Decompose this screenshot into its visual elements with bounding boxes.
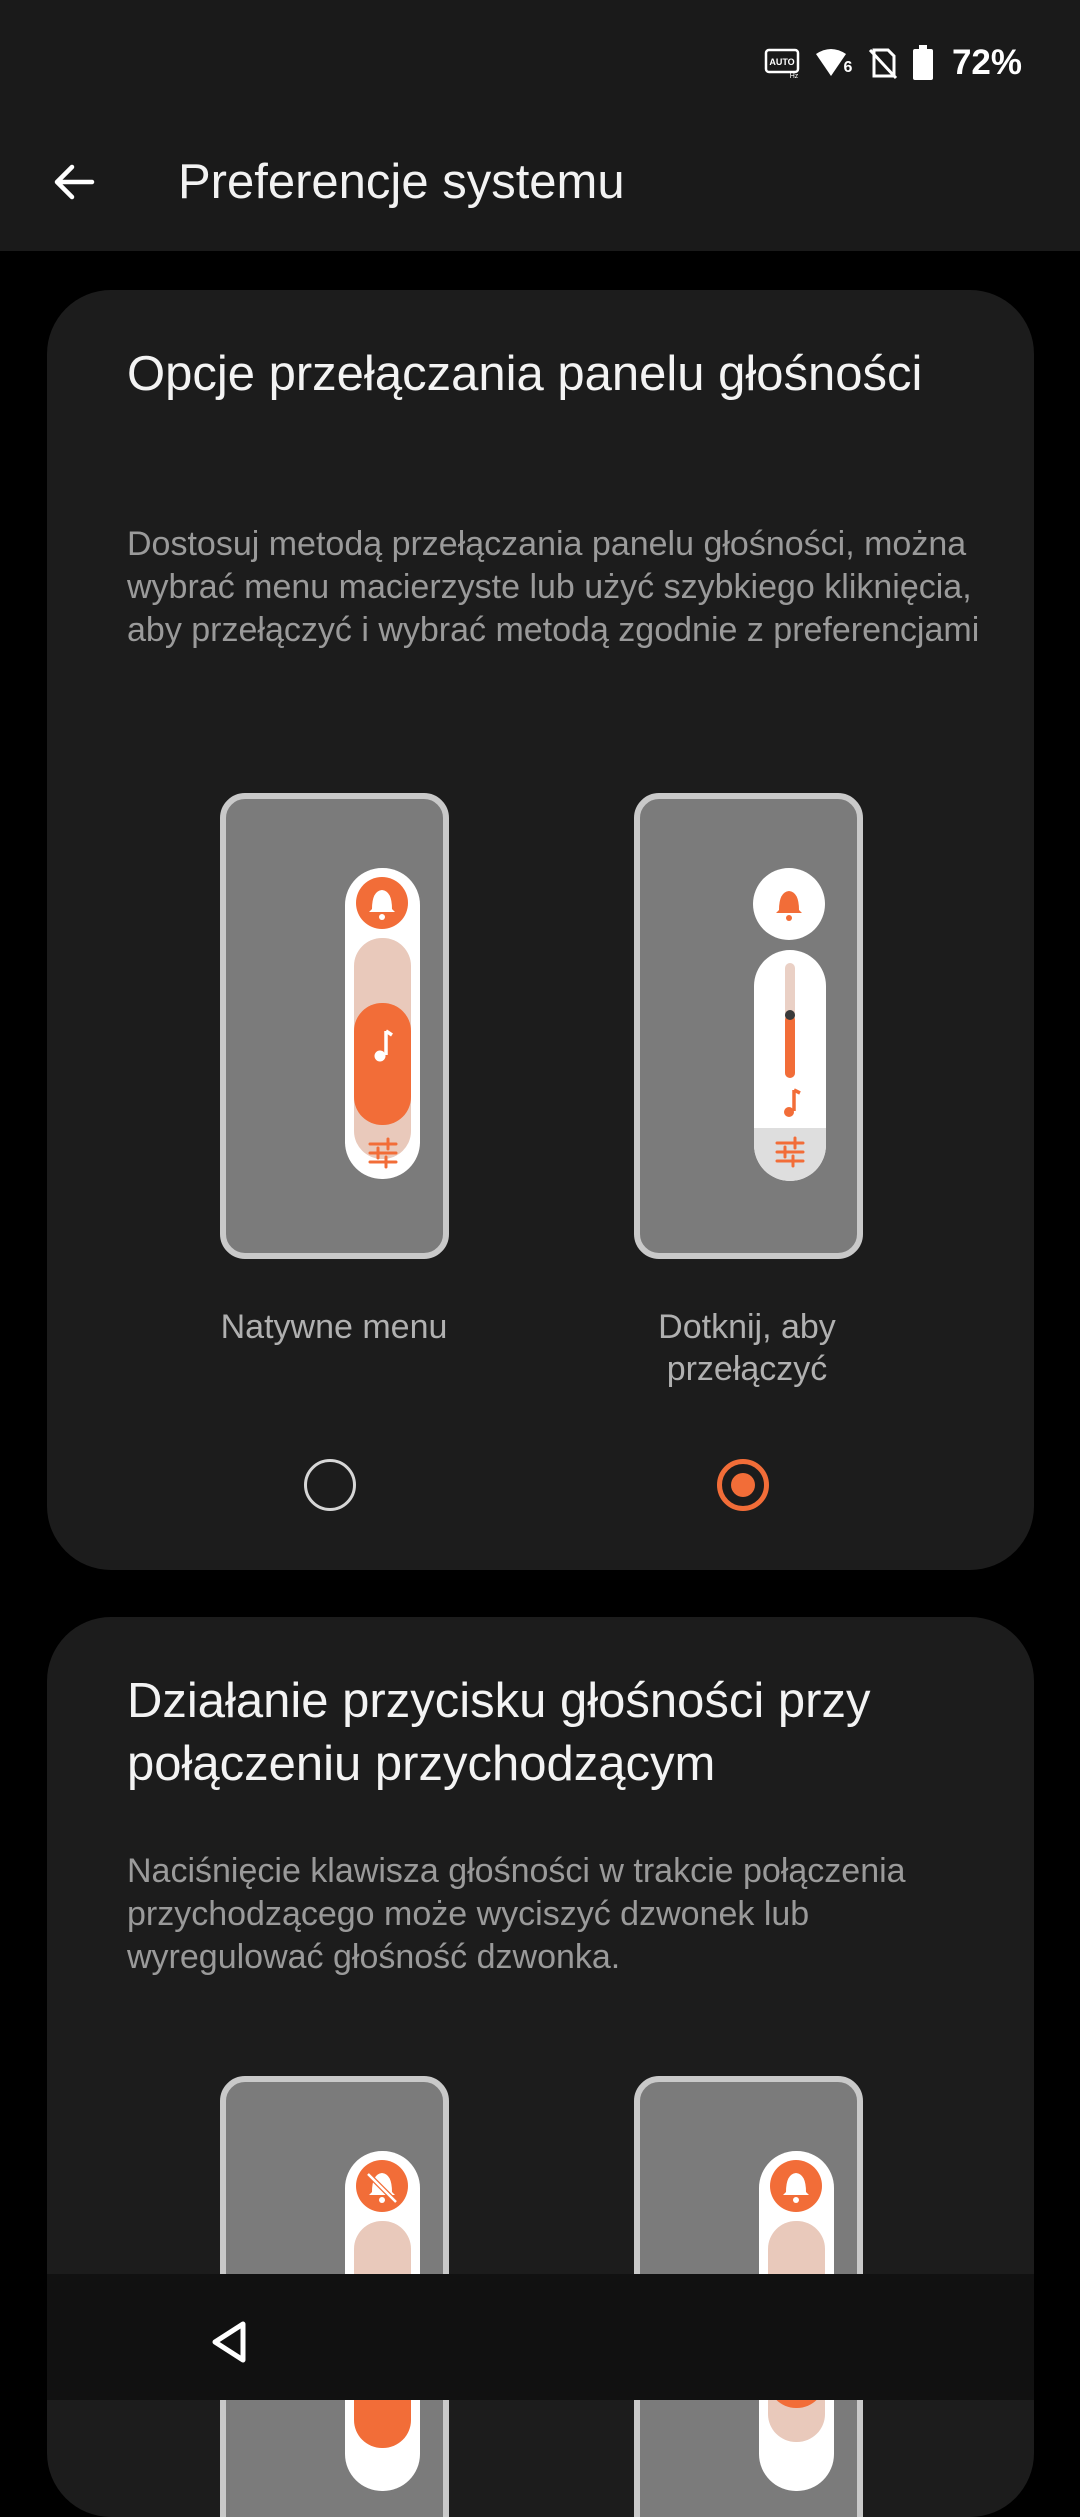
native-menu-option[interactable] [220,793,449,1259]
battery-percent: 72% [951,43,1022,82]
volume-panel-switch-card: Opcje przełączania panelu głośności Dost… [47,290,1034,1570]
navigation-bar [47,2274,1034,2400]
battery-icon [912,45,933,80]
auto-hz-icon: AUTO Hz [764,48,800,78]
svg-text:6: 6 [843,59,852,76]
back-button[interactable] [42,150,106,214]
back-arrow-icon [54,164,95,200]
tap-to-switch-illustration [634,793,863,1259]
nav-back-button[interactable] [205,2316,257,2368]
native-menu-radio[interactable] [304,1459,356,1511]
sliders-icon [368,1137,398,1169]
card-title: Opcje przełączania panelu głośności [127,347,923,401]
svg-text:AUTO: AUTO [769,57,794,67]
no-sim-icon [868,48,898,80]
sliders-icon [775,1136,805,1168]
app-bar: Preferencje systemu [0,125,1080,251]
nav-back-icon [212,2321,246,2363]
tap-to-switch-option[interactable] [634,793,863,1259]
svg-text:Hz: Hz [790,73,799,78]
card-description: Dostosuj metodą przełączania panelu głoś… [127,525,980,649]
option-label-native-menu: Natywne menu [220,1308,448,1346]
card-description: Naciśnięcie klawisza głośności w trakcie… [127,1852,906,1976]
card-title: Działanie przycisku głośności przy połąc… [127,1674,871,1791]
status-bar: AUTO Hz 6 72% [0,0,1080,125]
page-title: Preferencje systemu [178,155,625,209]
option-label-tap-to-switch: Dotknij, aby przełączyć [658,1308,836,1388]
tap-to-switch-radio[interactable] [717,1459,769,1511]
wifi-6-icon: 6 [815,49,852,76]
native-menu-illustration [220,793,449,1259]
status-icons: AUTO Hz 6 72% [764,38,1022,88]
